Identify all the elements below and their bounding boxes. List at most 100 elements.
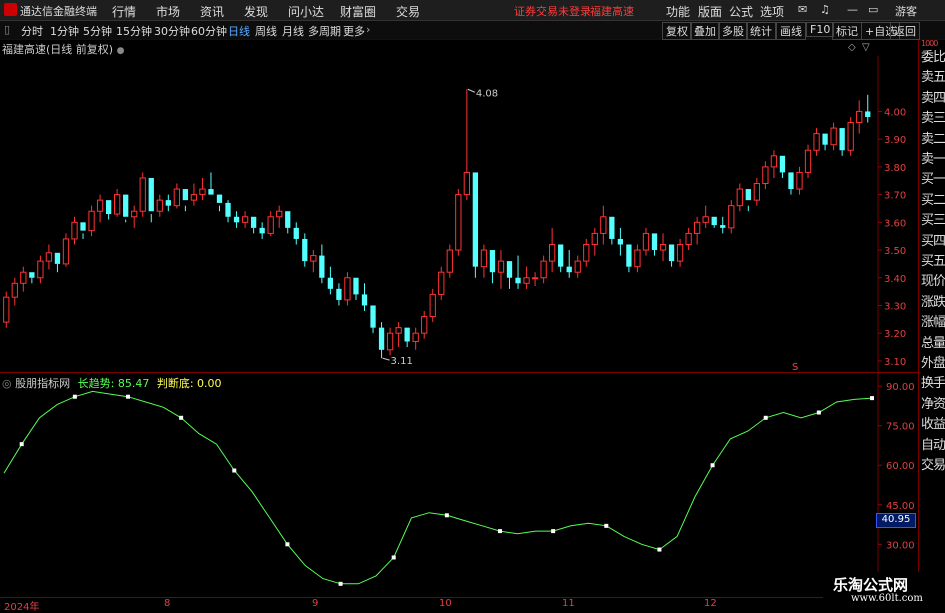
chevron-right-icon[interactable]: › bbox=[366, 23, 370, 36]
back-button[interactable]: 返回 bbox=[890, 22, 920, 40]
minimize-icon[interactable]: — bbox=[847, 3, 858, 16]
quote-field[interactable]: 自动 bbox=[921, 434, 945, 453]
menu-gongneng[interactable]: 功能 bbox=[666, 3, 690, 20]
candle-body bbox=[105, 200, 112, 214]
duogu-button[interactable]: 多股 bbox=[718, 22, 748, 40]
quote-field[interactable]: 买二 bbox=[921, 189, 945, 208]
quote-field[interactable]: 卖四 bbox=[921, 87, 945, 106]
candle-body bbox=[506, 261, 513, 278]
indicator-chart[interactable]: 90.0075.0060.0045.0030.0015.0014:5014:50… bbox=[0, 373, 918, 597]
candle-body bbox=[29, 272, 35, 278]
time-label: 11 bbox=[562, 598, 575, 609]
quote-field[interactable]: 换手 bbox=[921, 372, 945, 391]
quote-field[interactable]: 总量 bbox=[921, 332, 945, 351]
login-alert[interactable]: 证券交易未登录 bbox=[514, 3, 591, 19]
menu-xuanxiang[interactable]: 选项 bbox=[760, 3, 784, 20]
period-fenshi[interactable]: 分时 bbox=[21, 23, 43, 39]
quote-field[interactable]: 现价 bbox=[921, 270, 945, 289]
period-monthly[interactable]: 月线 bbox=[282, 23, 304, 39]
trend-marker bbox=[285, 542, 290, 547]
biaoji-button[interactable]: 标记 bbox=[832, 22, 862, 40]
candle-body bbox=[531, 277, 539, 280]
period-weekly[interactable]: 周线 bbox=[255, 23, 277, 39]
candle-body bbox=[148, 177, 154, 212]
menu-hangqing[interactable]: 行情 bbox=[112, 3, 136, 20]
period-daily[interactable]: 日线 bbox=[228, 23, 250, 39]
candle-body bbox=[88, 210, 95, 232]
quote-field[interactable]: 卖三 bbox=[921, 107, 945, 126]
quote-field[interactable]: 卖一 bbox=[921, 148, 945, 167]
candle-body bbox=[259, 227, 265, 234]
candle-body bbox=[463, 171, 470, 196]
quote-column: 1000 委比 卖五 卖四 卖三 卖二 卖一 买一 买二 买三 买四 买五 现价 涨跌 涨幅 总量 外盘 换手 净资… bbox=[918, 40, 945, 609]
dropdown-icon[interactable]: ● bbox=[117, 46, 125, 56]
watermark-line1: 乐淘公式网 bbox=[833, 576, 909, 594]
candle-body bbox=[558, 244, 564, 267]
quote-field[interactable]: 买五 bbox=[921, 250, 945, 269]
quote-field[interactable]: 买一 bbox=[921, 168, 945, 187]
menu-banmian[interactable]: 版面 bbox=[698, 3, 722, 20]
period-30min[interactable]: 30分钟 bbox=[154, 23, 190, 39]
trend-marker bbox=[444, 513, 449, 518]
candle-body bbox=[54, 252, 61, 264]
menu-zixun[interactable]: 资讯 bbox=[200, 3, 224, 20]
period-60min[interactable]: 60分钟 bbox=[191, 23, 227, 39]
candle-body bbox=[319, 255, 325, 278]
help-icon[interactable]: ♫ bbox=[820, 3, 830, 16]
candle-body bbox=[626, 244, 632, 267]
candle-body bbox=[37, 260, 44, 279]
quote-field[interactable]: 委比 bbox=[921, 46, 945, 65]
period-5min[interactable]: 5分钟 bbox=[83, 23, 112, 39]
quote-field[interactable]: 交易 bbox=[921, 454, 945, 473]
guest-label[interactable]: 游客 bbox=[895, 3, 917, 19]
candle-body bbox=[156, 199, 163, 212]
quote-field[interactable]: 涨幅 bbox=[921, 311, 945, 330]
price-tick-label: 3.40 bbox=[884, 274, 906, 285]
message-icon[interactable]: ✉ bbox=[798, 3, 807, 16]
menu-faxian[interactable]: 发现 bbox=[244, 3, 268, 20]
low-pointer bbox=[382, 357, 390, 361]
restore-icon[interactable]: ▭ bbox=[868, 3, 878, 16]
period-1min[interactable]: 1分钟 bbox=[50, 23, 79, 39]
s-marker: S bbox=[792, 362, 798, 372]
candlestick-chart[interactable]: 4.00 3.90 3.80 3.70 3.60 3.50 3.40 3.30 3.20 3.10… bbox=[0, 56, 918, 372]
candle-body bbox=[276, 210, 283, 218]
f10-button[interactable]: F10 bbox=[806, 22, 835, 37]
indicator-tick-label: 45.00 bbox=[886, 501, 915, 512]
fuquan-button[interactable]: 复权 bbox=[662, 22, 692, 40]
quote-field[interactable]: 净资 bbox=[921, 393, 945, 412]
period-bar-icon[interactable]: ▯ bbox=[4, 23, 10, 36]
candle-body bbox=[685, 232, 692, 245]
menu-caifuquan[interactable]: 财富圈 bbox=[340, 3, 376, 20]
huaxian-button[interactable]: 画线 bbox=[776, 22, 806, 40]
quote-field[interactable]: 涨跌 bbox=[921, 291, 945, 310]
candle-body bbox=[285, 211, 291, 228]
quote-field[interactable]: 买四 bbox=[921, 230, 945, 249]
period-more[interactable]: 更多 bbox=[343, 23, 365, 39]
quote-field[interactable]: 卖五 bbox=[921, 66, 945, 85]
candle-body bbox=[651, 233, 658, 251]
quote-field[interactable]: 买三 bbox=[921, 209, 945, 228]
menu-shichang[interactable]: 市场 bbox=[156, 3, 180, 20]
menu-wenxiaoda[interactable]: 问小达 bbox=[288, 3, 324, 20]
quote-field[interactable]: 收益 bbox=[921, 413, 945, 432]
quote-field[interactable]: 外盘 bbox=[921, 352, 945, 371]
candle-body bbox=[241, 216, 249, 223]
candle-body bbox=[233, 216, 240, 223]
time-label: 12 bbox=[704, 598, 717, 609]
low-label: 3.11 bbox=[391, 356, 413, 367]
candle-body bbox=[386, 332, 394, 351]
sort-icon[interactable]: ▽ bbox=[862, 42, 870, 53]
candle-body bbox=[676, 243, 684, 262]
period-multi[interactable]: 多周期 bbox=[308, 23, 341, 39]
diejia-button[interactable]: 叠加 bbox=[690, 22, 720, 40]
menu-gongshi[interactable]: 公式 bbox=[729, 3, 753, 20]
tongji-button[interactable]: 统计 bbox=[746, 22, 776, 40]
period-15min[interactable]: 15分钟 bbox=[116, 23, 152, 39]
candle-body bbox=[617, 238, 624, 245]
menu-jiaoyi[interactable]: 交易 bbox=[396, 3, 420, 20]
candle-body bbox=[830, 127, 837, 146]
diamond-icon[interactable]: ◇ bbox=[848, 42, 856, 53]
trend-line bbox=[3, 390, 873, 585]
quote-field[interactable]: 卖二 bbox=[921, 128, 945, 147]
